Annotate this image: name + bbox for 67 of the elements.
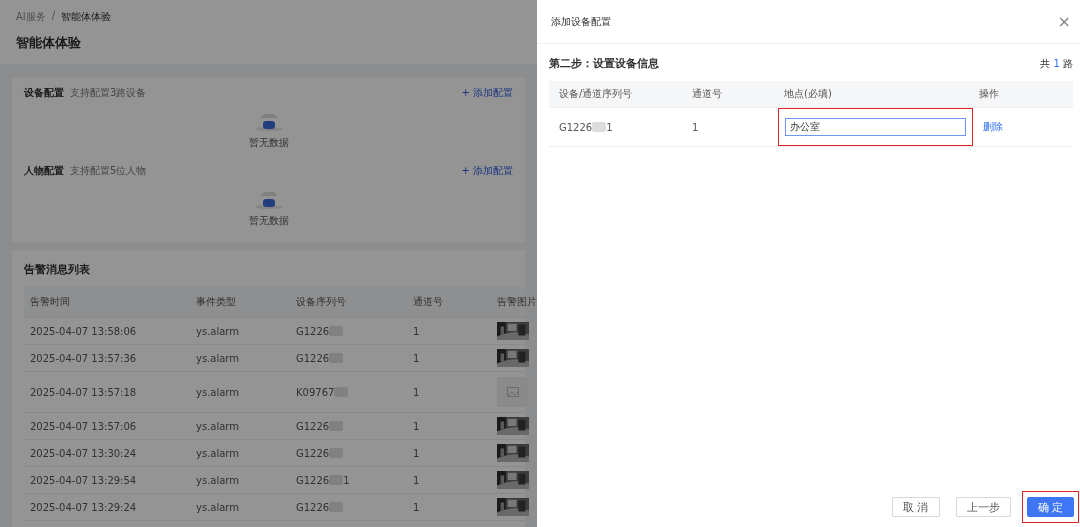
add-config-link[interactable]: + 添加配置 [461,86,513,100]
add-config-link[interactable]: + 添加配置 [461,164,513,178]
table-cell-text: 2025-04-07 13:57:06 [29,420,138,432]
table-cell: G1226 [296,447,330,459]
column-header: 地点(必填) [783,87,833,101]
column-header: 事件类型 [195,295,237,309]
empty-box-icon [253,112,284,132]
column-header: 告警图片 [496,295,537,309]
table-cell-text: 2025-04-07 13:29:24 [29,501,138,513]
table-cell-text: ys.alarm [195,501,241,513]
table-cell: G1226 [559,121,593,133]
column-header: 设备序列号 [295,295,347,309]
location-field[interactable]: 办公室 [785,118,966,136]
column-header: 通道号 [412,295,444,309]
table-cell-text: 2025-04-07 13:58:06 [29,325,138,337]
blurred-text [592,122,607,132]
table-cell-text: 1 [412,325,421,337]
section-title: 告警消息列表 [24,262,91,277]
table-cell-text: ys.alarm [195,474,241,486]
close-button[interactable]: × [1057,12,1071,31]
table-cell-text: 2025-04-07 13:57:18 [29,386,138,398]
section-title: 人物配置 [24,164,64,178]
table-cell-text: ys.alarm [195,352,241,364]
table-cell-text: 1 [691,121,700,133]
footer-button[interactable]: 上一步 [955,497,1011,517]
table-cell-text: ys.alarm [195,325,241,337]
total-count: 共 1 路 [1040,56,1073,71]
table-cell-text: ys.alarm [195,447,241,459]
table-cell: G1226 [296,474,330,486]
section-title: 设备配置 [24,86,64,100]
table-cell-text: 1 [412,352,421,364]
table-cell-text: 1 [412,386,421,398]
column-header: 设备/通道序列号 [558,87,634,101]
table-cell-text: ys.alarm [195,386,241,398]
table-cell-text: 1 [412,420,421,432]
table-cell: G1226 [296,352,330,364]
table-cell: 1 [343,474,350,486]
table-cell: G1226 [296,325,330,337]
column-header: 通道号 [691,87,723,101]
drawer-title: 添加设备配置 [551,14,611,29]
table-cell-text: ys.alarm [195,420,241,432]
column-header: 告警时间 [29,295,71,309]
footer-button[interactable]: 取 消 [892,497,940,517]
empty-text: 暂无数据 [248,136,289,150]
table-cell: G1226 [296,420,330,432]
section-hint: 支持配置3路设备 [70,86,147,100]
table-cell-text: 1 [412,474,421,486]
table-cell-text: 2025-04-07 13:30:24 [29,447,138,459]
table-cell-text: 2025-04-07 13:57:36 [29,352,138,364]
table-cell-text: 1 [412,501,421,513]
breadcrumb-item: 智能体体验 [61,10,112,24]
confirm-button[interactable]: 确 定 [1026,497,1074,517]
breadcrumb-item: / [51,10,56,23]
table-cell: 1 [606,121,613,133]
page-title: 智能体体验 [16,34,82,52]
image-icon [507,387,519,397]
column-header: 操作 [978,87,1000,101]
table-cell-text: 2025-04-07 13:29:54 [29,474,138,486]
empty-text: 暂无数据 [248,214,289,228]
step-title: 第二步：设置设备信息 [549,56,659,71]
section-hint: 支持配置5位人物 [70,164,147,178]
delete-link[interactable]: 删除 [983,121,1003,132]
breadcrumb-item: AI服务 [16,10,46,24]
table-cell-text: 1 [412,447,421,459]
table-cell: G1226 [296,501,330,513]
empty-box-icon [253,190,284,210]
table-cell: K09767 [296,386,335,398]
